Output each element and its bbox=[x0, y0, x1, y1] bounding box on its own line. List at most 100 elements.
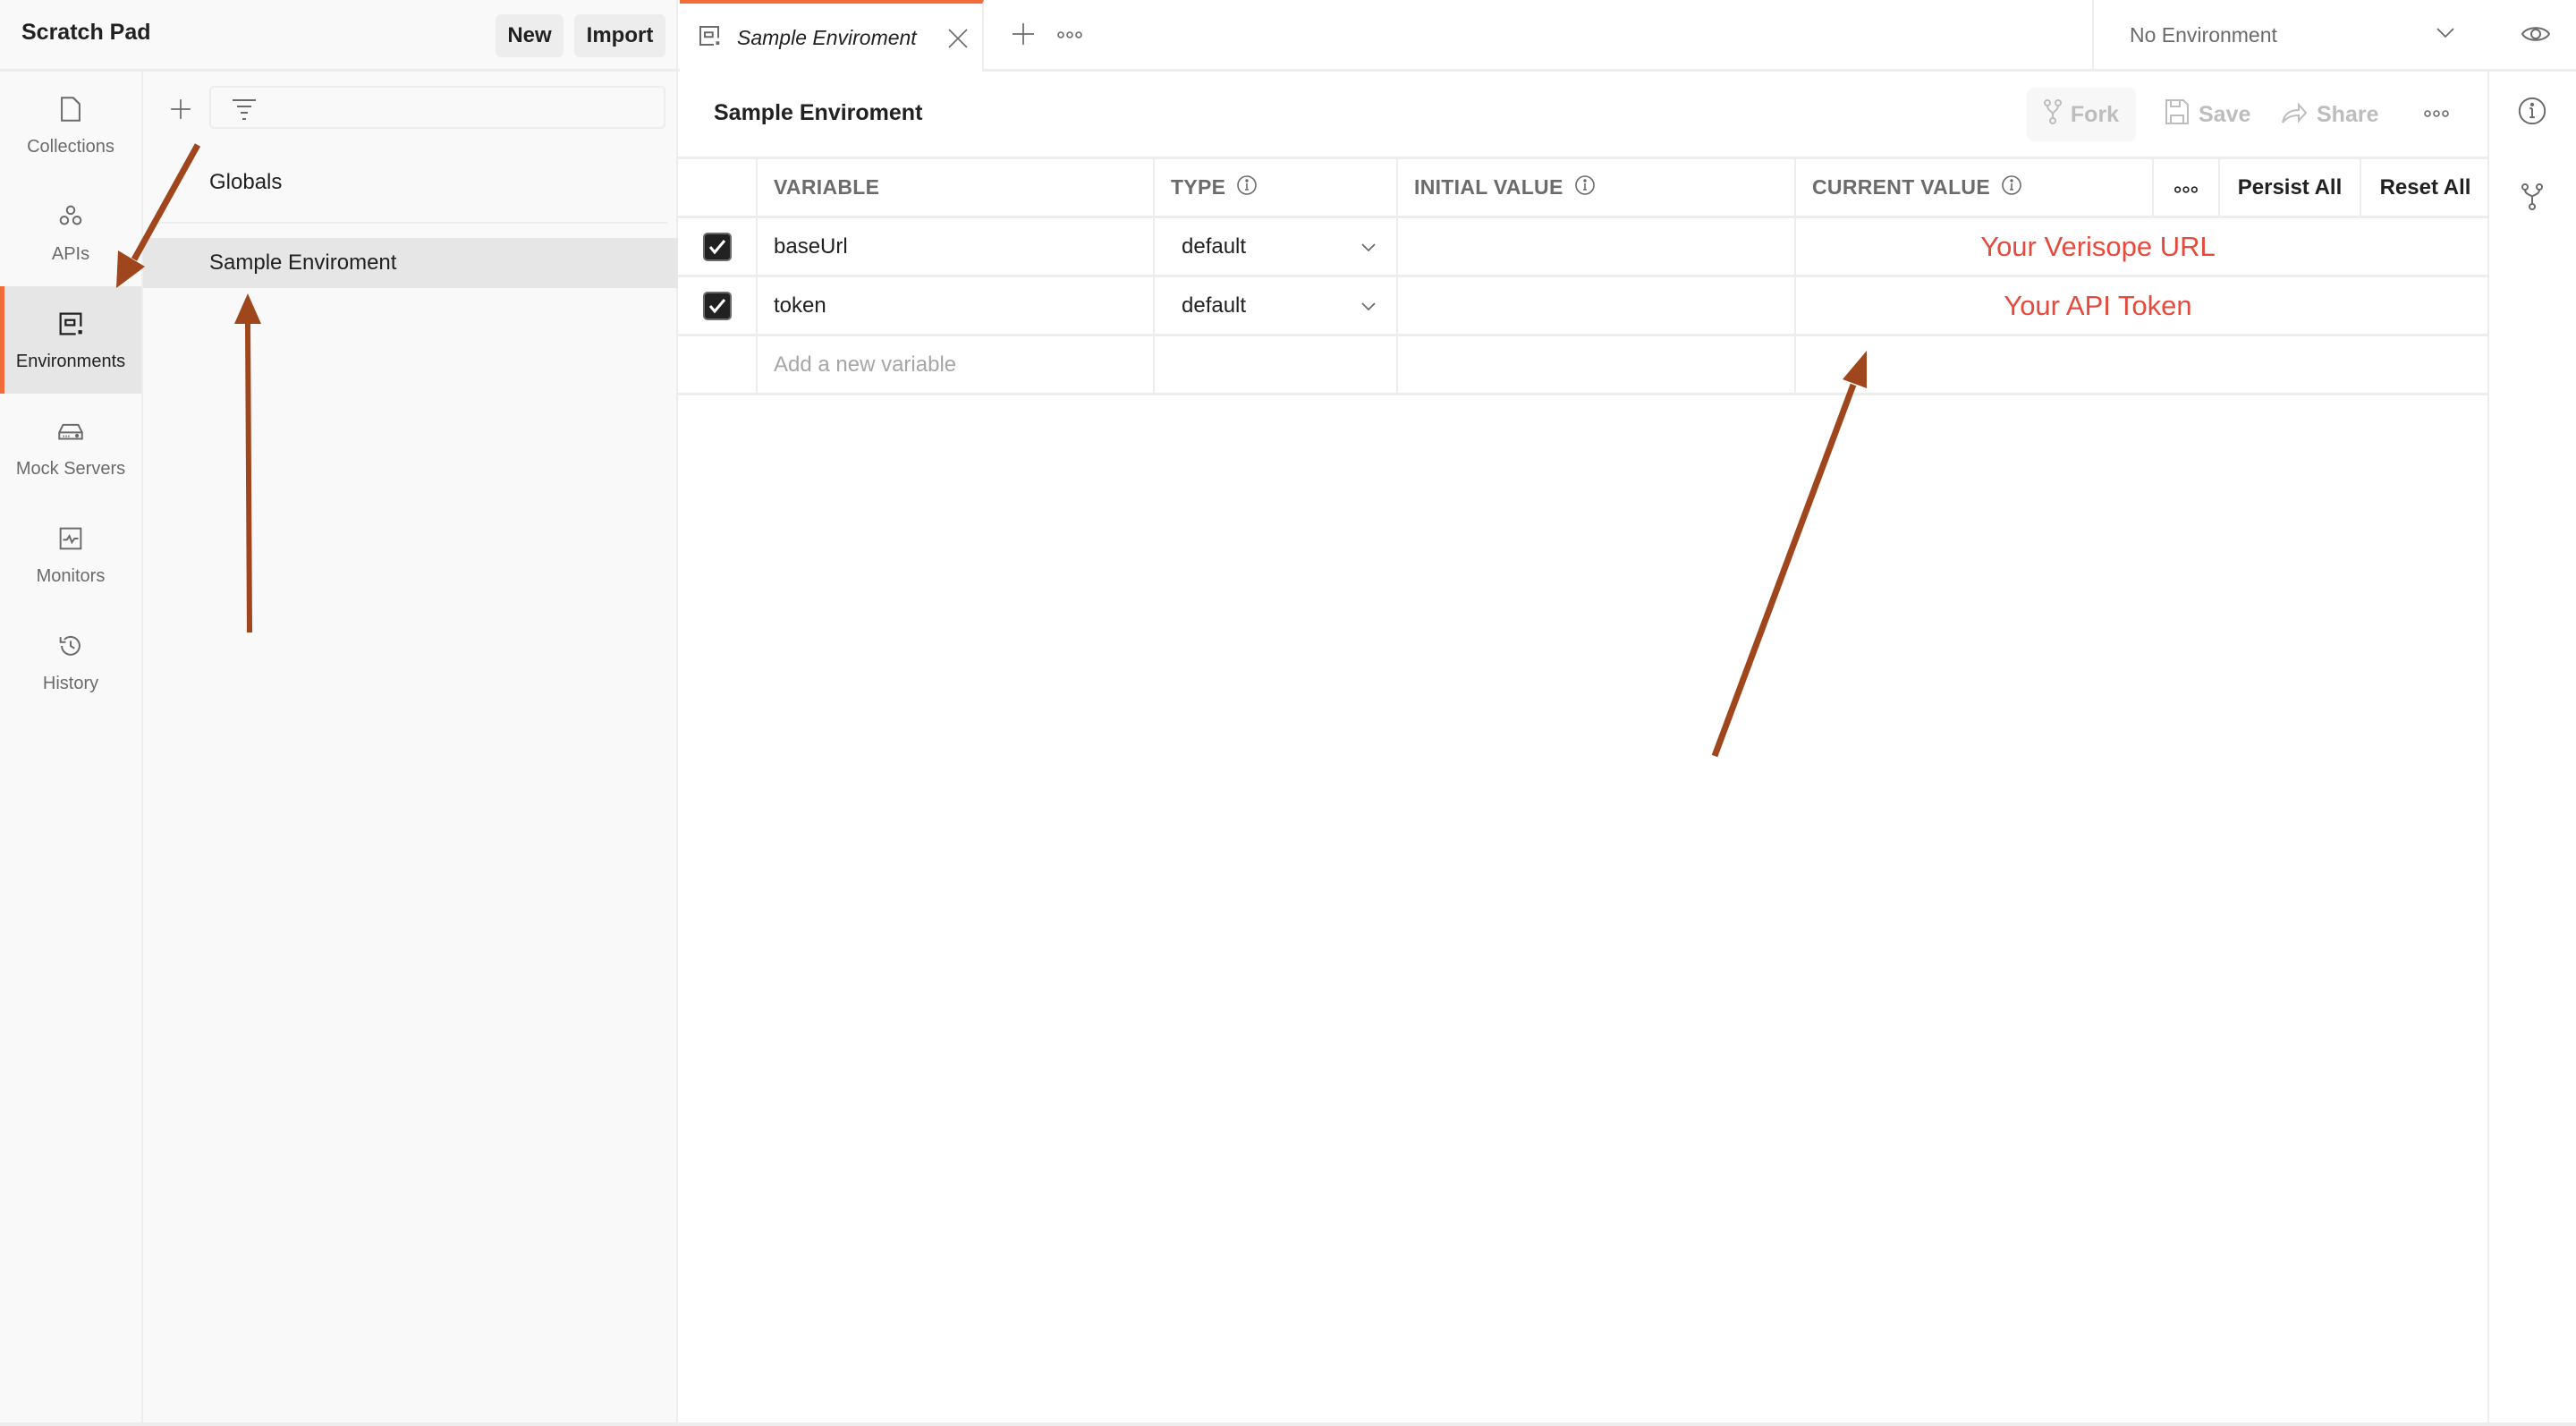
tab-bar: Sample Enviroment No Environment bbox=[678, 0, 2576, 72]
environment-item-label: Globals bbox=[209, 170, 283, 194]
sidebar-item-label: Mock Servers bbox=[15, 458, 126, 479]
forks-button[interactable] bbox=[2514, 181, 2550, 216]
type-cell bbox=[1155, 336, 1398, 393]
tab-options-button[interactable] bbox=[1052, 20, 1088, 52]
sidebar-item-monitors[interactable]: Monitors bbox=[0, 501, 141, 608]
table-options-button[interactable] bbox=[2154, 159, 2220, 216]
new-variable-row: Add a new variable bbox=[678, 336, 2489, 395]
current-value: Your Verisope URL bbox=[1980, 230, 2216, 262]
variable-name-cell[interactable]: baseUrl bbox=[758, 218, 1155, 275]
sidebar-item-label: Environments bbox=[15, 351, 126, 371]
chevron-down-icon bbox=[1360, 293, 1377, 318]
sidebar-item-environments[interactable]: Environments bbox=[0, 286, 141, 394]
header-type: TYPE bbox=[1155, 159, 1398, 216]
info-icon[interactable] bbox=[1236, 174, 1258, 201]
fork-label: Fork bbox=[2070, 101, 2120, 127]
share-button[interactable]: Share bbox=[2281, 88, 2378, 141]
environment-editor: Sample Enviroment Fork Save Share VARIAB… bbox=[678, 72, 2489, 1422]
header-checkbox-cell bbox=[678, 159, 758, 216]
share-label: Share bbox=[2317, 101, 2379, 127]
header-initial-value: INITIAL VALUE bbox=[1398, 159, 1796, 216]
table-row: baseUrl default Your Verisope URL bbox=[678, 218, 2489, 277]
new-tab-button[interactable] bbox=[1007, 20, 1039, 52]
header-label: CURRENT VALUE bbox=[1812, 175, 1990, 199]
tab-sample-enviroment[interactable]: Sample Enviroment bbox=[680, 0, 984, 72]
type-value: default bbox=[1182, 233, 1247, 259]
variable-name: token bbox=[774, 293, 826, 318]
type-cell: default bbox=[1155, 277, 1398, 334]
environment-item-sample[interactable]: Sample Enviroment bbox=[143, 238, 678, 288]
current-value: Your API Token bbox=[2004, 289, 2192, 321]
collections-icon bbox=[55, 94, 86, 130]
environment-selector[interactable]: No Environment bbox=[2092, 0, 2495, 70]
more-horizontal-icon bbox=[1056, 28, 1083, 44]
sidebar-item-apis[interactable]: APIs bbox=[0, 179, 141, 286]
environment-filter-input[interactable] bbox=[209, 86, 665, 129]
sidebar-item-label: Monitors bbox=[36, 565, 106, 586]
row-enabled-cell bbox=[678, 277, 758, 334]
environment-item-globals[interactable]: Globals bbox=[143, 157, 678, 208]
workspace-header: Scratch Pad New Import bbox=[0, 0, 678, 72]
row-enabled-cell bbox=[678, 218, 758, 275]
info-icon[interactable] bbox=[2001, 174, 2022, 201]
sidebar-item-label: APIs bbox=[51, 243, 90, 264]
info-icon[interactable] bbox=[1574, 174, 1596, 201]
environment-title[interactable]: Sample Enviroment bbox=[714, 100, 922, 126]
mock-servers-icon bbox=[55, 416, 86, 452]
save-button[interactable]: Save bbox=[2165, 88, 2250, 141]
share-icon bbox=[2281, 99, 2308, 131]
current-value-cell[interactable]: Your Verisope URL bbox=[1796, 218, 2489, 275]
current-value-cell[interactable] bbox=[1796, 336, 2489, 393]
type-cell: default bbox=[1155, 218, 1398, 275]
header-label: VARIABLE bbox=[774, 175, 880, 199]
new-button[interactable]: New bbox=[496, 14, 564, 57]
environment-tab-icon bbox=[696, 22, 723, 54]
history-icon bbox=[55, 631, 86, 666]
more-actions-button[interactable] bbox=[2419, 100, 2454, 129]
current-value-cell[interactable]: Your API Token bbox=[1796, 277, 2489, 334]
chevron-down-icon bbox=[1360, 234, 1377, 259]
initial-value-cell[interactable] bbox=[1398, 336, 1796, 393]
right-context-bar bbox=[2489, 72, 2576, 1422]
header-label: TYPE bbox=[1171, 175, 1226, 199]
tab-label: Sample Enviroment bbox=[737, 26, 917, 49]
type-select[interactable]: default bbox=[1171, 234, 1396, 259]
environment-selector-value: No Environment bbox=[2130, 22, 2277, 47]
sidebar-item-history[interactable]: History bbox=[0, 608, 141, 716]
reset-all-button[interactable]: Reset All bbox=[2361, 159, 2489, 216]
save-label: Save bbox=[2199, 101, 2251, 127]
sidebar-item-collections[interactable]: Collections bbox=[0, 72, 141, 179]
fork-icon bbox=[2043, 98, 2062, 131]
environments-icon bbox=[55, 309, 86, 344]
type-select[interactable]: default bbox=[1171, 293, 1396, 318]
initial-value-cell[interactable] bbox=[1398, 218, 1796, 275]
row-enabled-cell bbox=[678, 336, 758, 393]
fork-icon bbox=[2520, 182, 2545, 216]
variable-name: baseUrl bbox=[774, 233, 848, 259]
info-icon bbox=[2517, 96, 2547, 131]
table-row: token default Your API Token bbox=[678, 277, 2489, 336]
persist-all-button[interactable]: Persist All bbox=[2220, 159, 2361, 216]
sidebar-item-label: Collections bbox=[27, 136, 114, 157]
environment-item-label: Sample Enviroment bbox=[209, 250, 397, 275]
close-tab-icon[interactable] bbox=[947, 28, 969, 49]
environments-panel: Globals Sample Enviroment bbox=[143, 72, 678, 1422]
row-enabled-checkbox[interactable] bbox=[702, 291, 732, 320]
header-variable: VARIABLE bbox=[758, 159, 1155, 216]
variable-name-cell[interactable]: token bbox=[758, 277, 1155, 334]
window-bottom-border bbox=[0, 1422, 2576, 1426]
header-current-value: CURRENT VALUE bbox=[1796, 159, 2154, 216]
import-button[interactable]: Import bbox=[574, 14, 665, 57]
row-enabled-checkbox[interactable] bbox=[702, 232, 732, 261]
new-variable-input[interactable]: Add a new variable bbox=[758, 336, 1155, 393]
initial-value-cell[interactable] bbox=[1398, 277, 1796, 334]
plus-icon bbox=[169, 98, 192, 125]
fork-button[interactable]: Fork bbox=[2027, 88, 2136, 141]
environment-quick-look-button[interactable] bbox=[2518, 18, 2554, 54]
new-variable-placeholder: Add a new variable bbox=[774, 352, 957, 377]
table-header-row: VARIABLE TYPE INITIAL VALUE CURRENT VALU… bbox=[678, 159, 2489, 218]
info-button[interactable] bbox=[2514, 95, 2550, 131]
sidebar-item-mock-servers[interactable]: Mock Servers bbox=[0, 394, 141, 501]
divider bbox=[159, 222, 667, 224]
add-environment-button[interactable] bbox=[163, 93, 199, 129]
